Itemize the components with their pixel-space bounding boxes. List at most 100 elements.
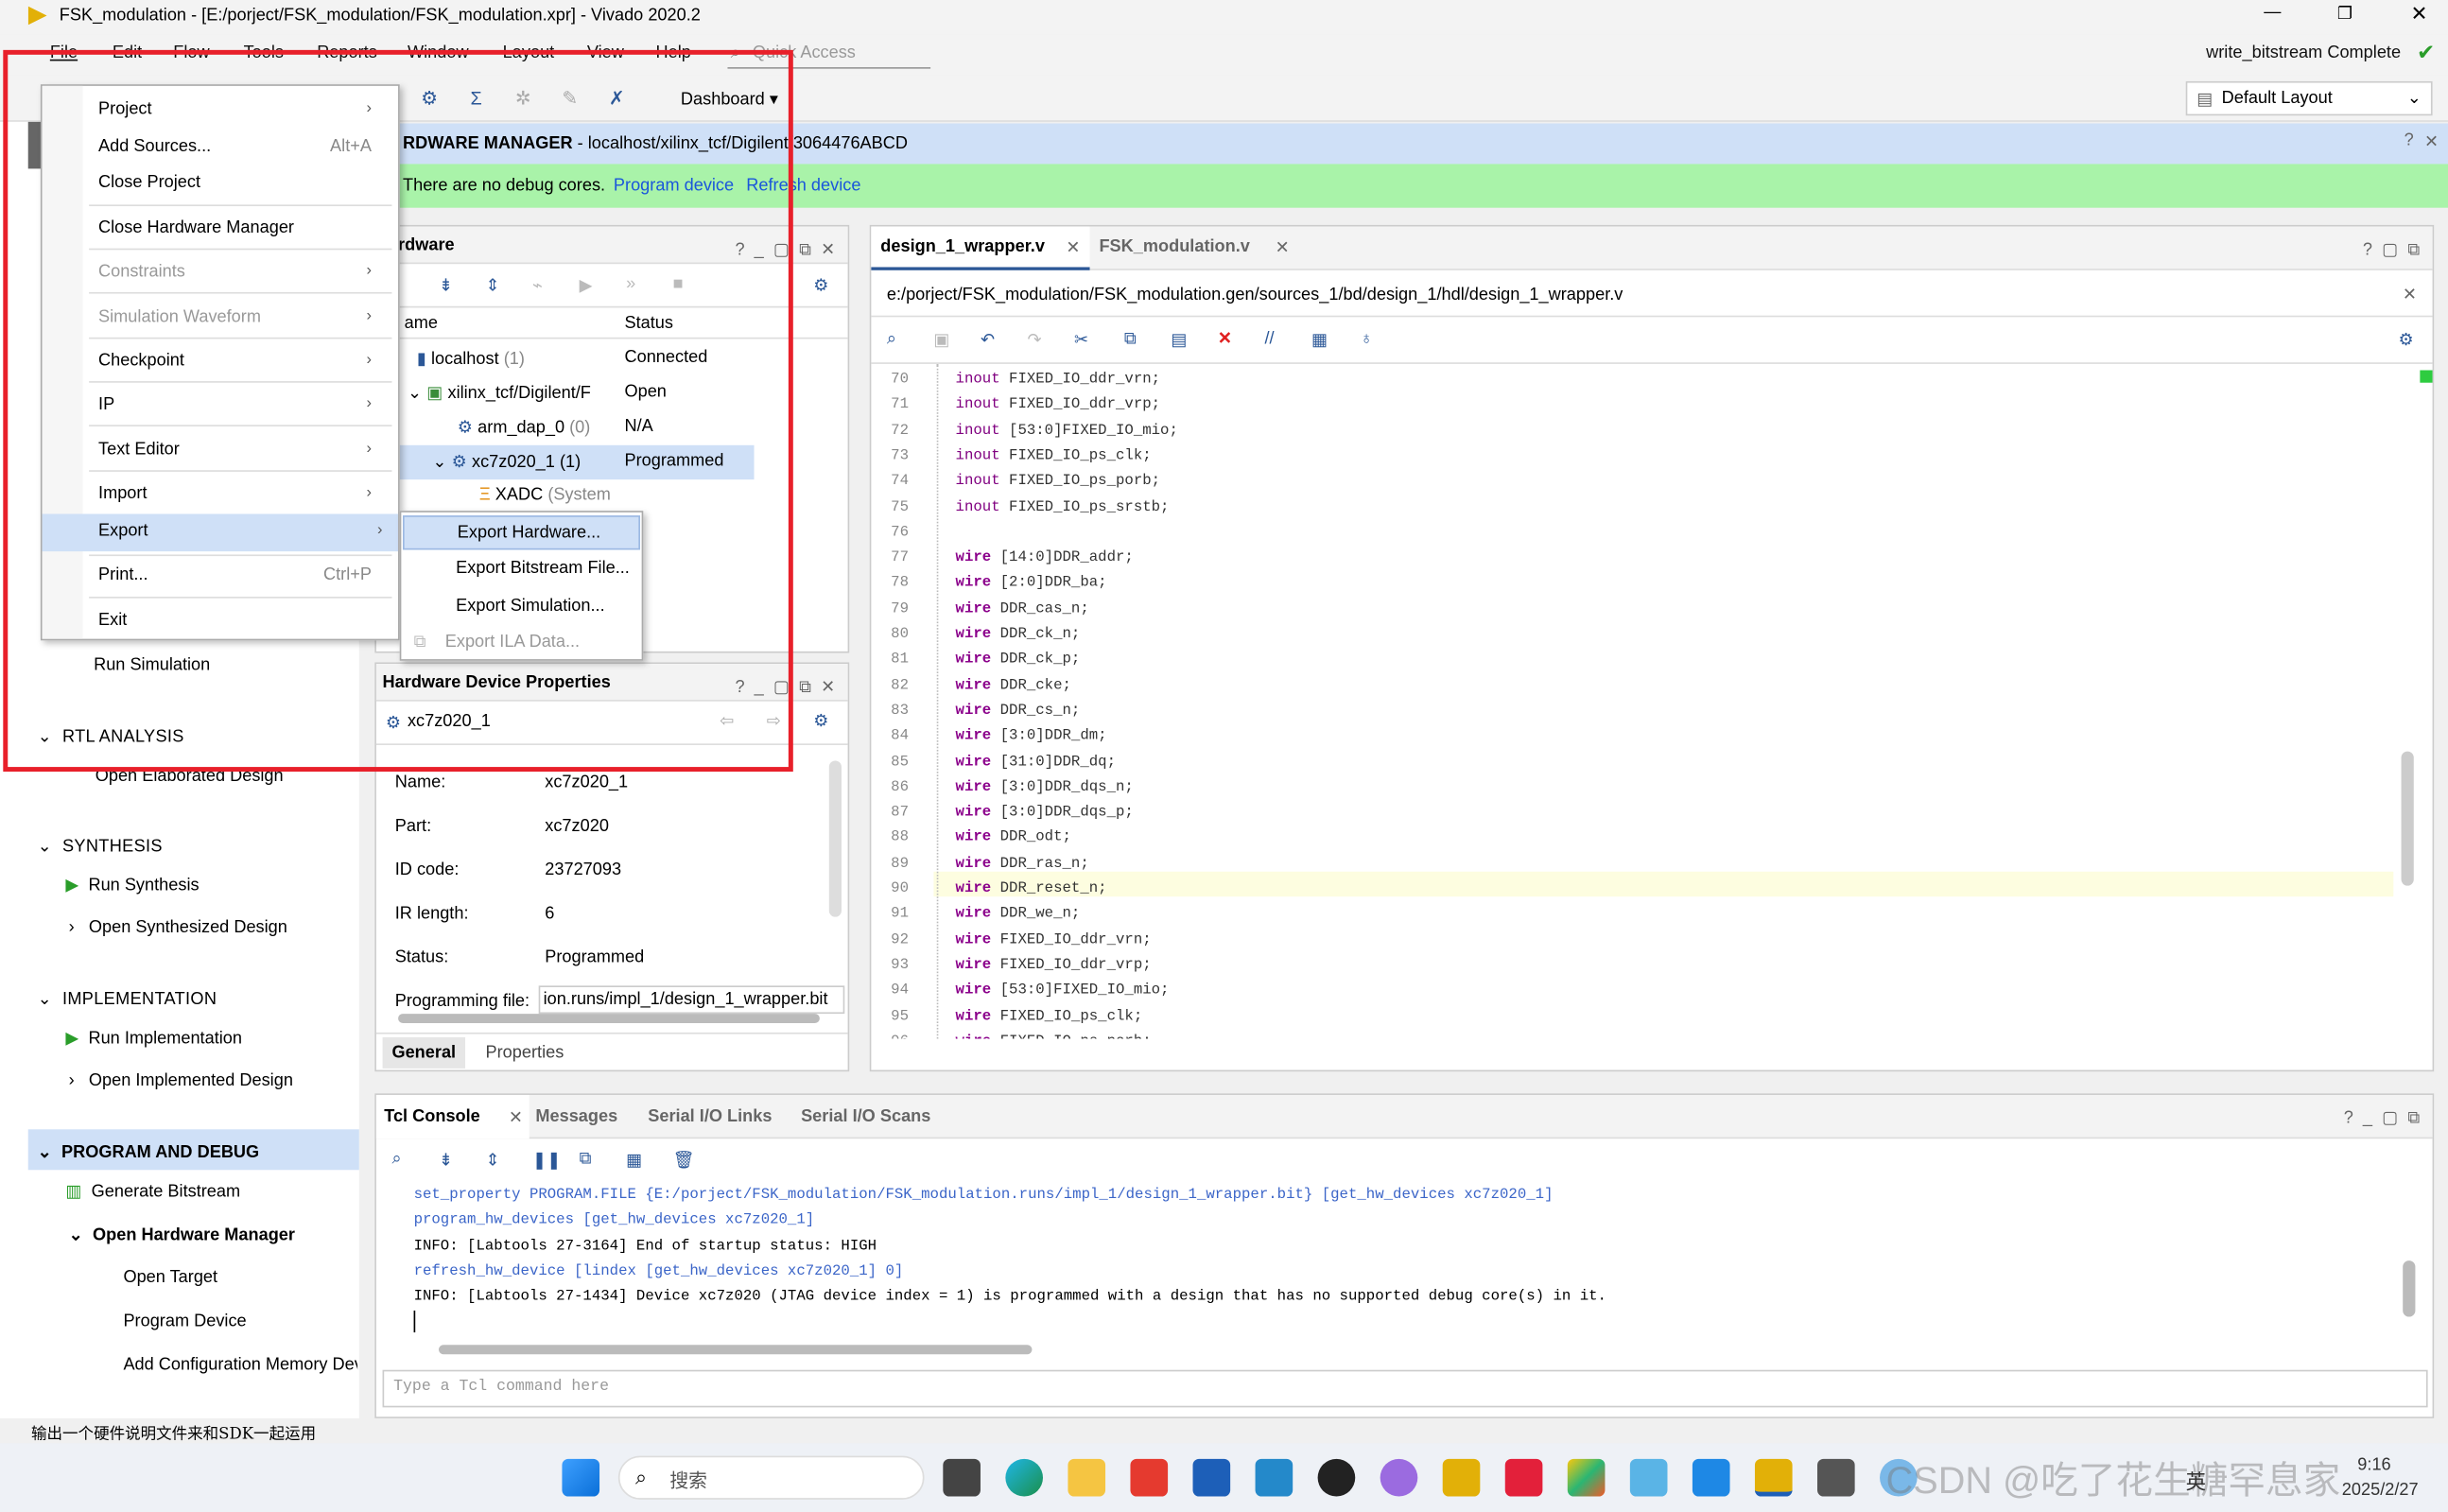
prop-row: Part: xc7z020 bbox=[394, 816, 609, 836]
vivado-active-icon[interactable] bbox=[1754, 1458, 1793, 1497]
qq-icon[interactable] bbox=[1317, 1458, 1356, 1497]
youdao-icon[interactable] bbox=[1504, 1458, 1543, 1497]
line-number: 95 bbox=[891, 1006, 909, 1024]
gear-icon[interactable]: ⚙ bbox=[2398, 330, 2413, 350]
horizontal-scrollbar[interactable] bbox=[398, 1014, 820, 1023]
delete-icon[interactable]: 🗑 bbox=[673, 1150, 695, 1170]
open-implemented-design[interactable]: › Open Implemented Design bbox=[69, 1071, 293, 1090]
console-hscrollbar[interactable] bbox=[438, 1345, 1033, 1355]
run-implementation[interactable]: ▶ Run Implementation bbox=[65, 1028, 242, 1049]
cloud-icon[interactable] bbox=[1629, 1458, 1668, 1497]
close-icon[interactable]: ✕ bbox=[2403, 285, 2417, 304]
table-icon[interactable]: ▦ bbox=[626, 1150, 642, 1170]
clock-time[interactable]: 9:16 bbox=[2357, 1456, 2390, 1475]
programming-file-field[interactable]: ion.runs/impl_1/design_1_wrapper.bit bbox=[538, 985, 845, 1015]
edge-icon[interactable] bbox=[1005, 1458, 1044, 1497]
cut-icon[interactable]: ✂ bbox=[1074, 330, 1088, 350]
editor-vscrollbar[interactable] bbox=[2401, 751, 2414, 886]
tab-general[interactable]: General bbox=[382, 1036, 466, 1069]
windows-start-icon[interactable] bbox=[562, 1458, 600, 1497]
restore-button[interactable]: ❐ bbox=[2337, 3, 2353, 24]
layout-select[interactable]: ▤ Default Layout ⌄ bbox=[2185, 80, 2433, 116]
close-tab-icon[interactable]: ✕ bbox=[1066, 237, 1080, 258]
code-area[interactable]: 70 inout FIXED_IO_ddr_vrn; 71 inout FIXED_I… bbox=[871, 363, 2432, 1039]
redo-icon[interactable]: ↷ bbox=[1027, 330, 1041, 350]
vertical-scrollbar[interactable] bbox=[828, 760, 842, 917]
expand-all-icon[interactable]: ⇕ bbox=[486, 1150, 500, 1170]
open-hardware-manager[interactable]: ⌄ Open Hardware Manager bbox=[69, 1225, 295, 1245]
tab-tcl-console[interactable]: Tcl Console ✕ bbox=[375, 1094, 530, 1139]
check-icon: ✔ bbox=[2417, 39, 2436, 64]
tab-serial-io-scans[interactable]: Serial I/O Scans bbox=[801, 1107, 930, 1126]
open-synthesized-design[interactable]: › Open Synthesized Design bbox=[69, 918, 287, 937]
copy-icon[interactable]: ⧉ bbox=[1124, 330, 1137, 350]
console-tabs: Tcl Console ✕ Messages Serial I/O Links S… bbox=[375, 1094, 2433, 1139]
task-view-icon[interactable] bbox=[943, 1458, 981, 1497]
undo-icon[interactable]: ↶ bbox=[981, 330, 995, 350]
gear-icon[interactable]: ⚙ bbox=[813, 275, 828, 295]
taskbar: ⌕ 搜索 CSDN @吃了花生糖罕息家 英 9:16 2025/2/27 bbox=[0, 1443, 2448, 1512]
open-target[interactable]: Open Target bbox=[123, 1268, 217, 1287]
vivado-task-icon[interactable] bbox=[1442, 1458, 1481, 1497]
help-icon[interactable]: ? bbox=[2405, 131, 2414, 150]
add-configuration-memory[interactable]: Add Configuration Memory Dev bbox=[123, 1356, 357, 1375]
table-icon[interactable]: ▦ bbox=[1311, 330, 1328, 350]
code-line: wire DDR_reset_n; bbox=[955, 879, 1107, 897]
close-tab-icon[interactable]: ✕ bbox=[509, 1107, 523, 1128]
clock-date[interactable]: 2025/2/27 bbox=[2342, 1481, 2419, 1500]
search-icon[interactable]: ⌕ bbox=[391, 1150, 401, 1170]
line-number: 75 bbox=[891, 497, 909, 515]
paste-icon[interactable]: ▤ bbox=[1171, 330, 1187, 350]
calculator-icon[interactable] bbox=[1816, 1458, 1855, 1497]
delete-icon[interactable]: ✕ bbox=[1218, 328, 1232, 349]
run-synthesis[interactable]: ▶ Run Synthesis bbox=[65, 875, 199, 895]
code-line: wire [2:0]DDR_ba; bbox=[955, 573, 1107, 592]
vivado-logo-icon bbox=[27, 6, 47, 26]
app-icon[interactable] bbox=[1380, 1458, 1418, 1497]
store-icon[interactable] bbox=[1192, 1458, 1231, 1497]
code-line: inout [53:0]FIXED_IO_mio; bbox=[955, 421, 1178, 439]
save-icon[interactable]: ▣ bbox=[933, 330, 949, 350]
tab-properties[interactable]: Properties bbox=[486, 1043, 564, 1062]
tab-fsk-modulation[interactable]: FSK_modulation.v ✕ bbox=[1093, 227, 1296, 270]
collapse-all-icon[interactable]: ⇟ bbox=[439, 1150, 453, 1170]
program-debug-section[interactable]: ⌄ PROGRAM AND DEBUG bbox=[27, 1129, 359, 1171]
minimize-button[interactable]: — bbox=[2264, 3, 2281, 22]
tcl-command-input[interactable]: Type a Tcl command here bbox=[382, 1369, 2428, 1408]
photos-icon[interactable] bbox=[1567, 1458, 1606, 1497]
implementation-section[interactable]: ⌄ IMPLEMENTATION bbox=[38, 989, 217, 1009]
line-number: 72 bbox=[891, 421, 909, 439]
line-number: 80 bbox=[891, 624, 909, 642]
code-line: inout FIXED_IO_ps_clk; bbox=[955, 446, 1152, 464]
ime-indicator[interactable]: 英 bbox=[2186, 1465, 2206, 1494]
line-highlight bbox=[933, 871, 2394, 897]
tab-messages[interactable]: Messages bbox=[535, 1107, 617, 1126]
generate-bitstream[interactable]: ▥ Generate Bitstream bbox=[65, 1181, 240, 1201]
taskbar-search[interactable]: ⌕ 搜索 bbox=[617, 1455, 925, 1500]
code-line: wire [3:0]DDR_dqs_p; bbox=[955, 803, 1134, 821]
program-device[interactable]: Program Device bbox=[123, 1312, 246, 1331]
line-number: 91 bbox=[891, 904, 909, 923]
pause-icon[interactable]: ❚❚ bbox=[532, 1150, 561, 1170]
wps-icon[interactable] bbox=[1130, 1458, 1169, 1497]
search-icon[interactable]: ⌕ bbox=[887, 330, 896, 350]
close-window-button[interactable]: ✕ bbox=[2410, 2, 2427, 26]
panel-controls[interactable]: ? ▢ ⧉ bbox=[2363, 239, 2420, 261]
tab-serial-io-links[interactable]: Serial I/O Links bbox=[648, 1107, 772, 1126]
panel-controls[interactable]: ? _ ▢ ⧉ bbox=[2344, 1107, 2421, 1129]
gear-icon[interactable]: ⚙ bbox=[813, 711, 828, 731]
editor-panel: design_1_wrapper.v ✕ FSK_modulation.v ✕ ? … bbox=[869, 224, 2435, 1072]
close-tab-icon[interactable]: ✕ bbox=[1276, 237, 1290, 258]
code-line: wire DDR_cke; bbox=[955, 675, 1071, 693]
folder-icon[interactable] bbox=[1068, 1458, 1106, 1497]
mail-icon[interactable] bbox=[1692, 1458, 1730, 1497]
lightbulb-icon[interactable]: ♁ bbox=[1360, 330, 1373, 349]
comment-icon[interactable]: // bbox=[1264, 330, 1274, 349]
synthesis-section[interactable]: ⌄ SYNTHESIS bbox=[38, 836, 163, 856]
copy-icon[interactable]: ⧉ bbox=[580, 1150, 592, 1170]
code-line: wire DDR_ras_n; bbox=[955, 854, 1089, 872]
vscode-icon[interactable] bbox=[1255, 1458, 1293, 1497]
console-vscrollbar[interactable] bbox=[2403, 1260, 2416, 1317]
tab-design-1-wrapper[interactable]: design_1_wrapper.v ✕ bbox=[871, 226, 1090, 270]
close-icon[interactable]: ✕ bbox=[2424, 131, 2439, 151]
